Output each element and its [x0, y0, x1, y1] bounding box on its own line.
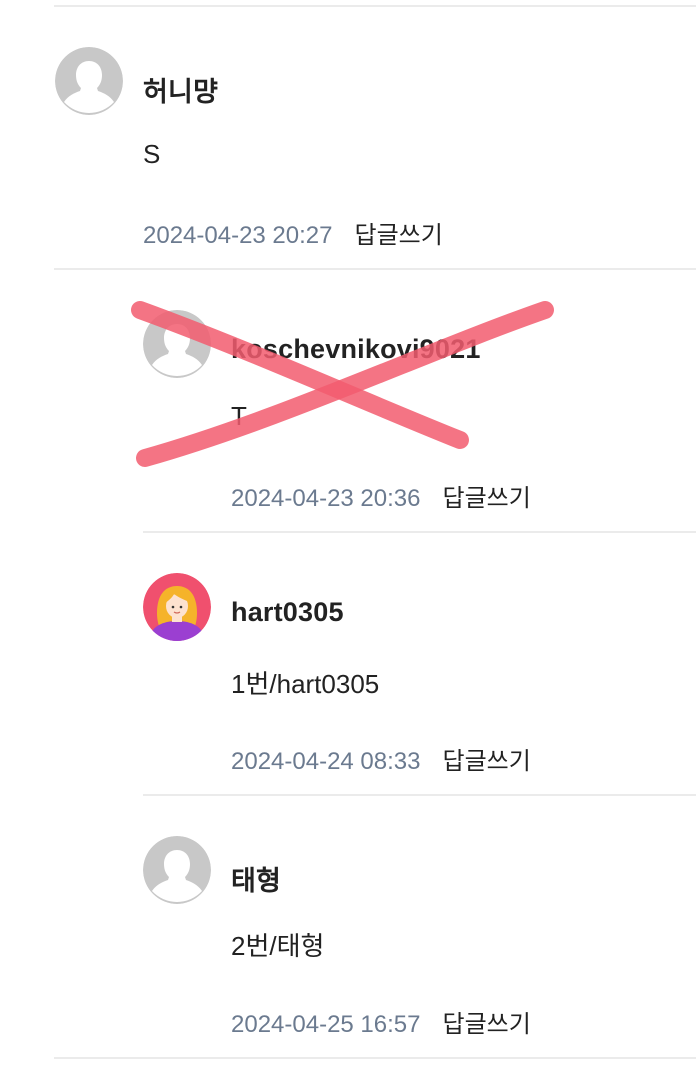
comment-list: 허니먕 S 2024-04-23 20:27 답글쓰기 koschevnikovi… — [0, 0, 696, 1077]
default-user-avatar-icon[interactable] — [143, 836, 211, 904]
comment-author[interactable]: 허니먕 — [143, 70, 218, 109]
comment-date: 2024-04-25 16:57 — [231, 1011, 421, 1038]
comment-body: 2번/태형 — [231, 931, 325, 961]
default-user-avatar-icon[interactable] — [55, 47, 123, 115]
comment-body: T — [231, 401, 247, 431]
comment-date: 2024-04-23 20:36 — [231, 485, 421, 512]
comment-author[interactable]: 태형 — [231, 859, 281, 898]
divider — [54, 1057, 696, 1059]
reply-button[interactable]: 답글쓰기 — [443, 748, 531, 775]
reply-button[interactable]: 답글쓰기 — [355, 222, 443, 249]
comment-author[interactable]: koschevnikovi9021 — [231, 334, 481, 365]
comment-body: S — [143, 139, 161, 169]
comment-meta: 2024-04-23 20:27 답글쓰기 — [143, 215, 443, 250]
reply-button[interactable]: 답글쓰기 — [443, 485, 531, 512]
divider — [54, 5, 696, 7]
girl-character-avatar-icon[interactable] — [143, 573, 211, 641]
comment-author[interactable]: hart0305 — [231, 597, 344, 628]
divider — [143, 531, 696, 533]
comment-body: 1번/hart0305 — [231, 669, 380, 699]
comment-meta: 2024-04-23 20:36 답글쓰기 — [231, 478, 531, 513]
default-user-avatar-icon[interactable] — [143, 310, 211, 378]
divider — [54, 268, 696, 270]
comment-meta: 2024-04-24 08:33 답글쓰기 — [231, 741, 531, 776]
comment-meta: 2024-04-25 16:57 답글쓰기 — [231, 1004, 531, 1039]
comment-date: 2024-04-24 08:33 — [231, 748, 421, 775]
reply-button[interactable]: 답글쓰기 — [443, 1011, 531, 1038]
comment-date: 2024-04-23 20:27 — [143, 222, 333, 249]
divider — [143, 794, 696, 796]
